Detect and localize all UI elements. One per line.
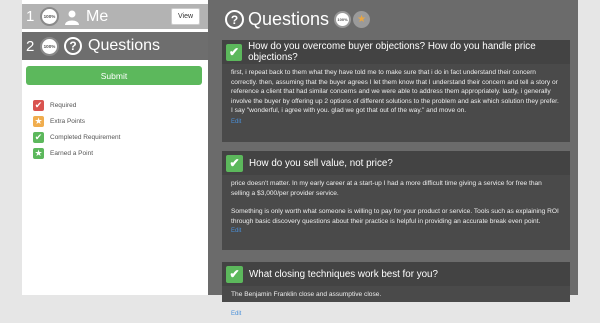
legend: ✔ Required ★ Extra Points ✔ Completed Re… [33, 98, 120, 162]
legend-item: ✔ Completed Requirement [33, 130, 120, 145]
progress-badge: 100% [40, 36, 59, 56]
progress-badge: 100% [334, 11, 352, 28]
step-questions[interactable]: 2 100% ? Questions [22, 32, 208, 60]
legend-label: Completed Requirement [50, 134, 121, 141]
main-panel: ? Questions 100% ★ ✔ How do you overcome… [208, 0, 578, 317]
check-icon: ✔ [33, 132, 44, 143]
edit-link[interactable]: Edit [231, 311, 241, 317]
user-icon [64, 9, 80, 25]
question-icon: ? [225, 10, 244, 29]
answer: first, i repeat back to them what they h… [222, 64, 570, 131]
step-number: 2 [26, 37, 35, 55]
legend-item: ✔ Required [33, 98, 120, 113]
question-title: How do you sell value, not price? [249, 157, 393, 169]
question-title: What closing techniques work best for yo… [249, 268, 438, 280]
question-title: How do you overcome buyer objections? Ho… [248, 41, 536, 63]
legend-label: Earned a Point [50, 150, 94, 157]
question-header: ✔ How do you sell value, not price? [222, 151, 570, 175]
answer-text: price doesn't matter. In my early career… [231, 180, 542, 197]
question-header: ✔ What closing techniques work best for … [222, 262, 570, 286]
legend-item: ★ Extra Points [33, 114, 120, 129]
question-card: ✔ How do you sell value, not price? pric… [222, 151, 570, 250]
legend-label: Extra Points [50, 118, 86, 125]
step-title: Questions [88, 37, 161, 54]
answer: price doesn't matter. In my early career… [222, 175, 570, 241]
star-icon: ★ [33, 116, 44, 127]
answer-text: Something is only worth what someone is … [231, 208, 559, 225]
page: 1 100% Me View 2 100% ? Questions Submit… [0, 0, 600, 317]
question-header: ✔ How do you overcome buyer objections? … [222, 40, 570, 64]
progress-badge: 100% [40, 7, 59, 26]
answer: The Benjamin Franklin close and assumpti… [222, 286, 570, 323]
check-icon: ✔ [226, 265, 243, 283]
step-number: 1 [26, 8, 35, 25]
legend-item: ★ Earned a Point [33, 146, 120, 161]
check-icon: ✔ [226, 154, 243, 172]
question-icon: ? [64, 37, 82, 55]
submit-button[interactable]: Submit [26, 66, 202, 85]
question-card: ✔ How do you overcome buyer objections? … [222, 40, 570, 142]
view-button[interactable]: View [171, 8, 200, 25]
answer-text: first, i repeat back to them what they h… [231, 69, 559, 114]
main-header: ? Questions 100% ★ [225, 9, 371, 30]
step-title: Me [86, 7, 109, 25]
sidebar: 1 100% Me View 2 100% ? Questions Submit… [22, 0, 208, 295]
check-icon: ✔ [226, 43, 243, 61]
page-title: Questions [248, 9, 330, 29]
step-me[interactable]: 1 100% Me View [22, 4, 208, 29]
star-icon: ★ [353, 11, 371, 28]
legend-label: Required [50, 102, 77, 109]
question-card: ✔ What closing techniques work best for … [222, 262, 570, 317]
check-icon: ✔ [33, 100, 44, 111]
edit-link[interactable]: Edit [231, 119, 241, 125]
edit-link[interactable]: Edit [231, 228, 241, 234]
star-icon: ★ [33, 148, 44, 159]
